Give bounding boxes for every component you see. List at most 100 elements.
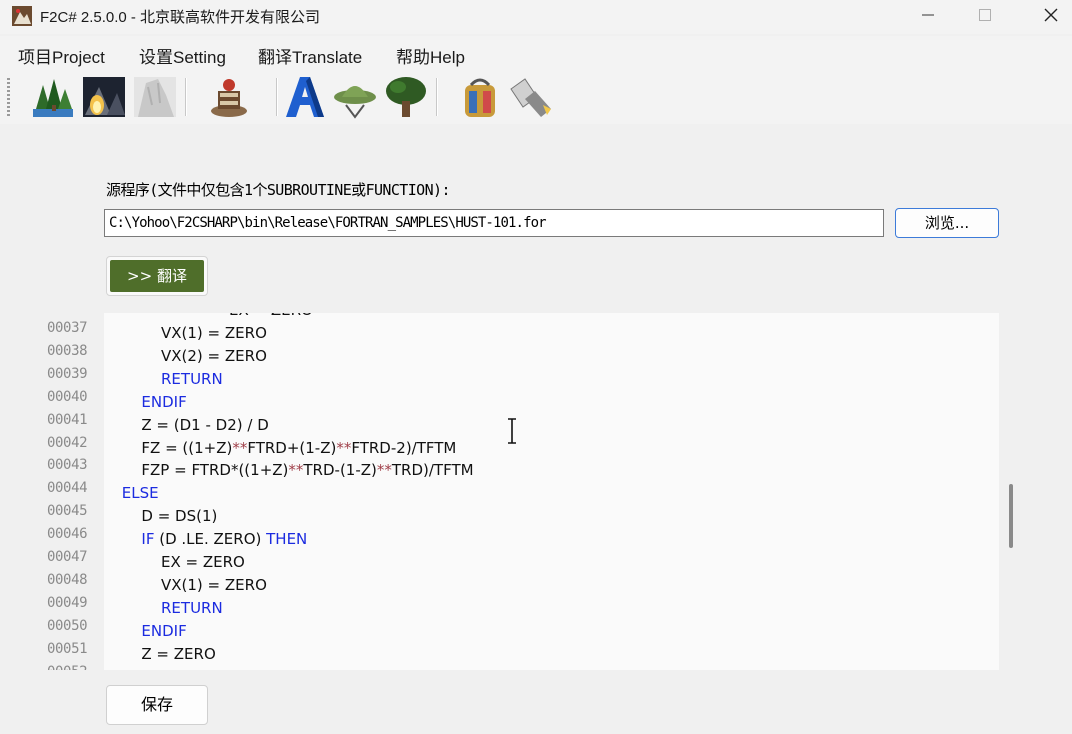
- code-text: FTRD+(1-Z): [247, 438, 337, 457]
- code-line: RETURN: [161, 370, 223, 388]
- toolbar-button-forest[interactable]: [30, 75, 76, 119]
- source-label: 源程序(文件中仅包含1个SUBROUTINE或FUNCTION):: [106, 181, 450, 199]
- toolbar-button-cliff[interactable]: [132, 75, 178, 119]
- line-number: 00044: [47, 480, 88, 497]
- forest-icon: [33, 79, 73, 117]
- toolbar-button-campfire[interactable]: [81, 75, 127, 119]
- minimize-icon: [922, 14, 934, 16]
- toolbar-button-backpack[interactable]: [457, 75, 503, 119]
- line-number: 00043: [47, 457, 88, 474]
- code-line: Z = ZERO: [141, 645, 215, 663]
- line-number: 00048: [47, 571, 88, 588]
- line-number: 00051: [47, 640, 88, 657]
- toolbar-grip[interactable]: [7, 78, 10, 116]
- title-bar: F2C# 2.5.0.0 - 北京联高软件开发有限公司: [0, 0, 1072, 34]
- line-number: 00038: [47, 342, 88, 359]
- tree-icon: [386, 77, 426, 117]
- app-icon: [12, 6, 32, 26]
- line-number: 00045: [47, 503, 88, 520]
- line-number: 00039: [47, 365, 88, 382]
- code-line-partial: EX = ZERO: [229, 313, 313, 319]
- code-line: Z = (D1 - D2) / D: [141, 416, 268, 434]
- code-keyword: RETURN: [161, 369, 223, 388]
- code-line: FZ = ((1+Z)**FTRD+(1-Z)**FTRD-2)/TFTM: [141, 439, 456, 457]
- toolbar: [0, 70, 1072, 124]
- close-button[interactable]: [1028, 0, 1072, 30]
- code-keyword: ENDIF: [141, 621, 187, 640]
- code-text: Z = (D1 - D2) / D: [141, 415, 269, 434]
- code-line: VX(2) = ZERO: [161, 347, 267, 365]
- toolbar-separator: [185, 78, 187, 116]
- menu-bar: 项目Project 设置Setting 翻译Translate 帮助Help: [0, 36, 1072, 70]
- menu-project[interactable]: 项目Project: [18, 43, 105, 68]
- code-line: ENDIF: [141, 622, 186, 640]
- code-text: FTRD-2)/TFTM: [351, 438, 457, 457]
- menu-setting[interactable]: 设置Setting: [139, 43, 226, 68]
- window-title: F2C# 2.5.0.0 - 北京联高软件开发有限公司: [40, 9, 321, 26]
- letter-a-icon: [286, 77, 324, 117]
- code-editor[interactable]: EX = ZERO VX(1) = ZERO VX(2) = ZERO RETURN E…: [104, 313, 999, 670]
- close-icon: [1044, 8, 1058, 22]
- line-number: 00042: [47, 434, 88, 451]
- source-path-input[interactable]: C:\Yohoo\F2CSHARP\bin\Release\FORTRAN_SA…: [104, 209, 884, 237]
- code-text: FZ = ((1+Z): [141, 438, 233, 457]
- line-number: 00050: [47, 617, 88, 634]
- text-cursor-icon: [508, 418, 516, 444]
- maximize-button[interactable]: [962, 0, 1008, 30]
- save-button[interactable]: 保存: [106, 685, 208, 725]
- translate-button[interactable]: >> 翻译: [106, 256, 208, 296]
- translate-button-label: >> 翻译: [110, 260, 204, 292]
- code-text: D = DS(1): [141, 507, 218, 526]
- explorer-hat-icon: [334, 86, 376, 119]
- code-operator: **: [288, 461, 304, 480]
- menu-help[interactable]: 帮助Help: [396, 43, 465, 68]
- minimize-button[interactable]: [905, 0, 951, 30]
- code-line: EX = ZERO: [161, 553, 245, 571]
- code-line: ELSE: [122, 484, 159, 502]
- code-text: VX(1) = ZERO: [161, 575, 267, 594]
- code-line: VX(1) = ZERO: [161, 324, 267, 342]
- code-text: TRD)/TFTM: [391, 461, 474, 480]
- code-text: FZP = FTRD*((1+Z): [141, 461, 289, 480]
- code-text: VX(2) = ZERO: [161, 346, 267, 365]
- code-keyword: ELSE: [121, 484, 159, 503]
- menu-translate[interactable]: 翻译Translate: [258, 43, 362, 68]
- code-line: ENDIF: [141, 393, 186, 411]
- code-operator: **: [232, 438, 248, 457]
- code-operator: **: [336, 438, 352, 457]
- line-number: 00041: [47, 411, 88, 428]
- code-line: IF (D .LE. ZERO) THEN: [141, 530, 307, 548]
- toolbar-button-explorer-hat[interactable]: [332, 75, 378, 119]
- code-keyword: IF: [141, 530, 155, 549]
- line-number: 00049: [47, 594, 88, 611]
- toolbar-separator: [276, 78, 278, 116]
- hiker-icon: [211, 79, 247, 117]
- toolbar-button-flashlight[interactable]: [507, 75, 553, 119]
- line-number-gutter: 00037 00038 00039 00040 00041 00042 00043 00044…: [40, 313, 102, 670]
- code-text: Z = ZERO: [141, 644, 216, 663]
- toolbar-button-tree[interactable]: [383, 75, 429, 119]
- line-number: 00040: [47, 388, 88, 405]
- browse-button[interactable]: 浏览...: [895, 208, 999, 238]
- code-keyword: THEN: [266, 530, 308, 549]
- code-text: TRD-(1-Z): [303, 461, 377, 480]
- editor-scrollbar[interactable]: [1009, 484, 1013, 548]
- cliff-icon: [134, 77, 176, 117]
- line-number: 00046: [47, 526, 88, 543]
- toolbar-button-letter-a[interactable]: [282, 75, 328, 119]
- flashlight-icon: [510, 78, 551, 117]
- code-keyword: ENDIF: [141, 392, 187, 411]
- code-line: D = DS(1): [141, 507, 217, 525]
- code-line: RETURN: [161, 599, 223, 617]
- line-number: 00047: [47, 549, 88, 565]
- code-line: FZP = FTRD*((1+Z)**TRD-(1-Z)**TRD)/TFTM: [141, 461, 473, 479]
- code-operator: **: [376, 461, 392, 480]
- line-number: 00037: [47, 320, 88, 336]
- code-text: EX = ZERO: [161, 553, 245, 571]
- backpack-icon: [465, 78, 495, 117]
- campfire-icon: [83, 77, 125, 117]
- toolbar-button-hiker[interactable]: [206, 75, 252, 119]
- maximize-icon: [979, 9, 991, 21]
- code-keyword: RETURN: [161, 598, 223, 617]
- line-number-partial: 00052: [47, 664, 88, 671]
